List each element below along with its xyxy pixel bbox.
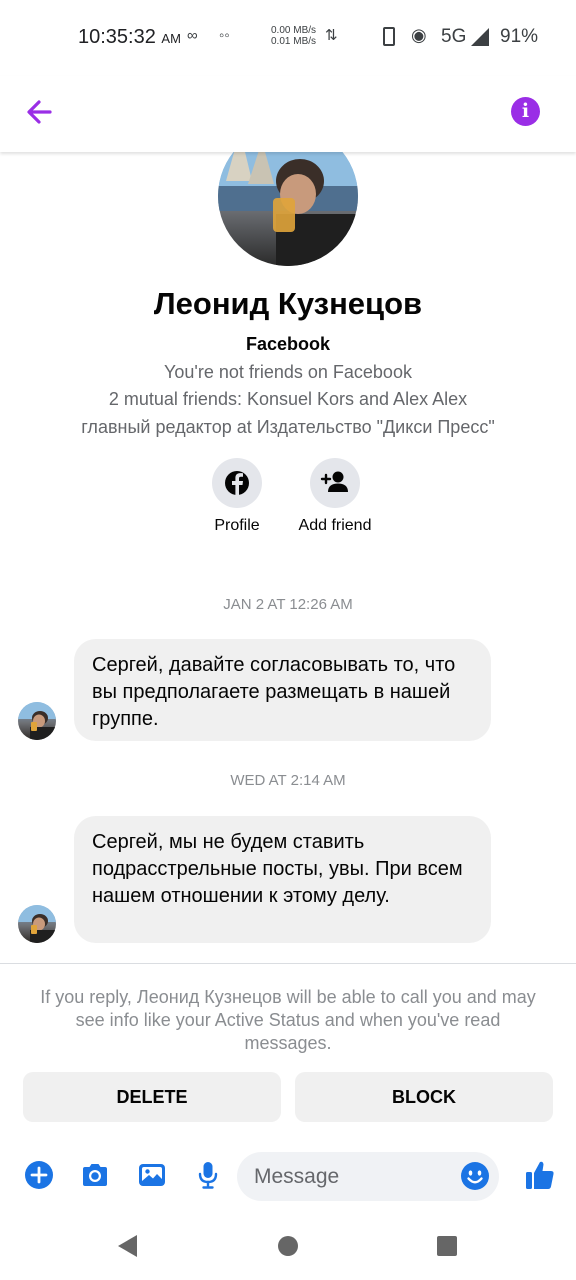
emoji-icon[interactable] <box>460 1161 490 1191</box>
camera-icon[interactable] <box>80 1160 110 1190</box>
profile-action-label: Profile <box>214 517 260 534</box>
friend-status: You're not friends on Facebook <box>164 362 412 382</box>
message-timestamp: JAN 2 AT 12:26 AM <box>223 596 353 613</box>
network-type: 5G <box>441 26 467 47</box>
conversation-header: i <box>0 76 576 152</box>
message-bubble[interactable]: Сергей, мы не будем ставить подрасстрель… <box>74 816 491 943</box>
status-bar: 10:35:32 AM ∞ ◦◦ 0.00 MB/s 0.01 MB/s ⇅ ◉… <box>0 0 576 76</box>
status-time: 10:35:32 AM <box>78 26 181 48</box>
add-friend-label: Add friend <box>298 517 372 534</box>
message-timestamp: WED AT 2:14 AM <box>230 772 346 789</box>
platform-label: Facebook <box>245 334 331 354</box>
mutual-friends: 2 mutual friends: Konsuel Kors and Alex … <box>108 389 468 409</box>
battery-level: 91% <box>500 26 539 47</box>
add-friend-icon <box>310 458 360 508</box>
work-info: главный редактор at Издательство "Дикси … <box>81 417 495 437</box>
sender-avatar[interactable] <box>18 702 56 740</box>
mic-icon[interactable] <box>193 1160 223 1190</box>
profile-action[interactable]: Profile <box>187 458 287 535</box>
divider <box>0 963 576 964</box>
info-icon[interactable]: i <box>511 97 540 126</box>
voicemail-icon: ◦◦ <box>219 27 230 44</box>
signal-icon <box>471 28 489 46</box>
contact-name: Леонид Кузнецов <box>153 286 423 321</box>
facebook-icon <box>212 458 262 508</box>
gallery-icon[interactable] <box>137 1160 167 1190</box>
message-bubble[interactable]: Сергей, давайте согласовывать то, что вы… <box>74 639 491 741</box>
vibrate-icon <box>383 27 395 46</box>
block-button[interactable]: BLOCK <box>295 1072 553 1122</box>
nav-back-icon[interactable] <box>118 1235 137 1257</box>
plus-icon[interactable] <box>24 1160 54 1190</box>
arrow-left-icon[interactable] <box>22 94 58 130</box>
data-arrows-icon: ⇅ <box>325 27 338 44</box>
add-friend-action[interactable]: Add friend <box>285 458 385 535</box>
like-icon[interactable] <box>524 1159 554 1189</box>
link-icon: ∞ <box>187 27 198 44</box>
sender-avatar[interactable] <box>18 905 56 943</box>
hotspot-icon: ◉ <box>411 25 427 45</box>
network-speed: 0.00 MB/s 0.01 MB/s <box>271 25 317 47</box>
reply-notice: If you reply, Леонид Кузнецов will be ab… <box>40 987 536 1053</box>
nav-recents-icon[interactable] <box>437 1236 457 1256</box>
delete-button[interactable]: DELETE <box>23 1072 281 1122</box>
nav-home-icon[interactable] <box>278 1236 298 1256</box>
